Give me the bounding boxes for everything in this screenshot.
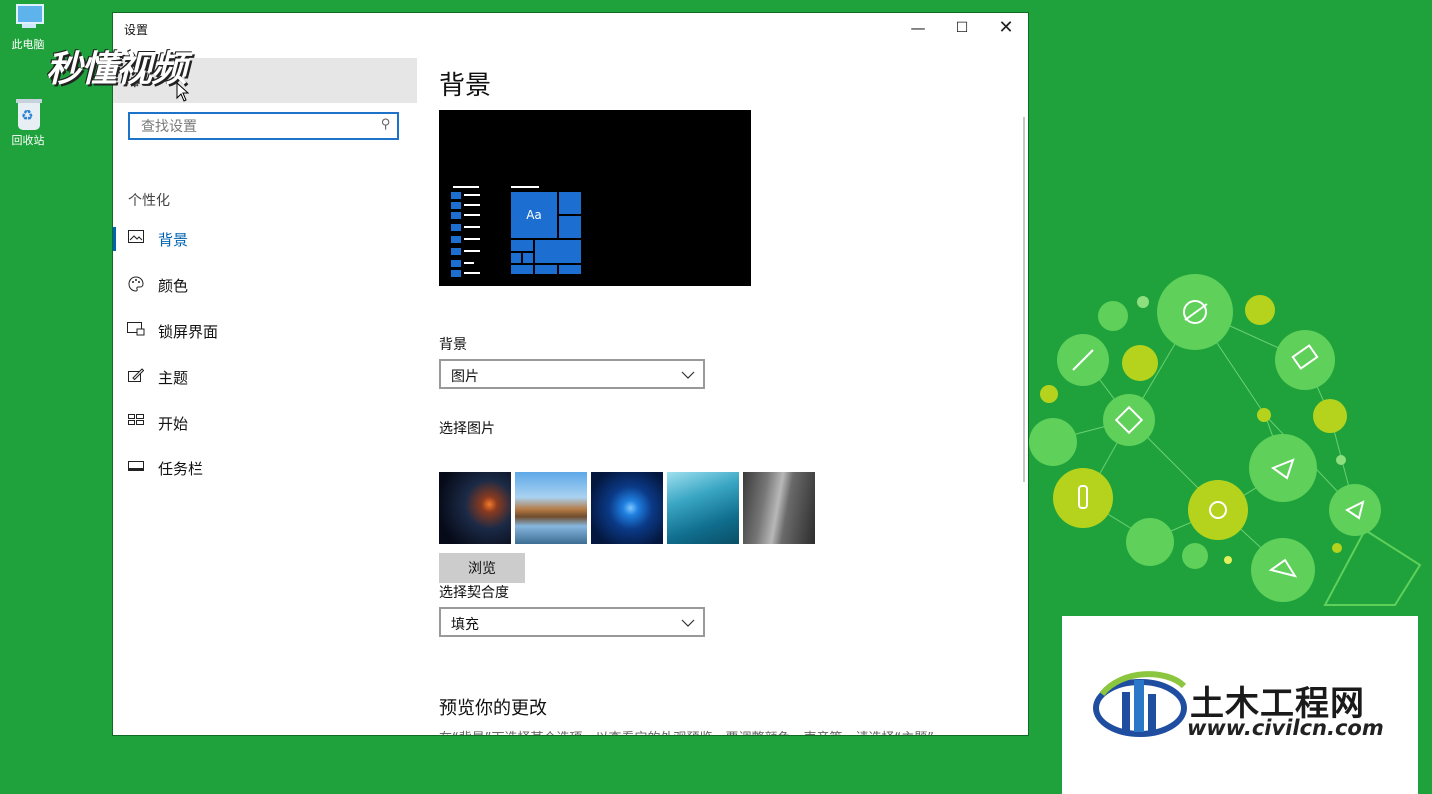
- sidebar-item-label: 背景: [158, 231, 189, 249]
- maximize-button[interactable]: ☐: [940, 13, 984, 43]
- preview-tile: [559, 216, 581, 238]
- video-watermark: 秒懂视频: [46, 48, 187, 90]
- fit-dropdown[interactable]: 填充: [439, 607, 705, 637]
- picture-thumbnail-night-sky[interactable]: [439, 472, 511, 544]
- search-box[interactable]: ⚲: [128, 112, 399, 140]
- chevron-down-icon: [681, 611, 695, 639]
- picture-icon: [127, 230, 145, 246]
- preview-changes-description: 在“背景”下选择某个选项，以查看它的外观预览。要调整颜色、声音等，请选择“主题”…: [439, 727, 947, 735]
- choose-picture-label: 选择图片: [439, 421, 495, 437]
- logo-url: www.civilcn.com: [1187, 716, 1384, 740]
- sidebar-item-taskbar[interactable]: 任务栏: [113, 448, 417, 488]
- title-bar[interactable]: 设置 — ☐ ✕: [113, 13, 1028, 43]
- sidebar: ⚙ ⚲ 个性化 背景 颜色 锁屏界面: [113, 43, 417, 735]
- minimize-button[interactable]: —: [896, 13, 940, 43]
- dropdown-value: 图片: [451, 369, 479, 385]
- close-button[interactable]: ✕: [984, 13, 1028, 43]
- browse-button[interactable]: 浏览: [439, 553, 525, 583]
- page-title: 背景: [439, 71, 492, 101]
- picture-thumbnail-underwater[interactable]: [667, 472, 739, 544]
- preview-tile: [523, 253, 533, 263]
- mouse-cursor-icon: [176, 82, 190, 102]
- preview-header-line: [511, 186, 539, 188]
- search-icon[interactable]: ⚲: [381, 117, 391, 132]
- active-indicator: [113, 227, 116, 251]
- preview-tile: [511, 265, 533, 274]
- dropdown-value: 填充: [451, 617, 479, 633]
- site-logo-panel: 土木工程网 www.civilcn.com: [1062, 616, 1418, 794]
- computer-icon: [10, 2, 46, 34]
- desktop-icon-recycle-bin[interactable]: ♻ 回收站: [0, 98, 56, 148]
- sidebar-item-label: 开始: [158, 415, 189, 433]
- palette-icon: [127, 276, 145, 292]
- background-type-dropdown[interactable]: 图片: [439, 359, 705, 389]
- window-title: 设置: [124, 23, 149, 37]
- sidebar-item-themes[interactable]: 主题: [113, 357, 417, 397]
- lock-screen-icon: [127, 322, 145, 338]
- lightbulb-decoration: [1029, 274, 1422, 606]
- preview-tile: [559, 192, 581, 214]
- sidebar-item-label: 锁屏界面: [158, 323, 219, 341]
- theme-brush-icon: [127, 368, 145, 384]
- taskbar-icon: [127, 459, 145, 475]
- sidebar-item-label: 任务栏: [158, 460, 204, 478]
- building-logo-icon: [1093, 671, 1187, 737]
- picture-thumbnail-beach-rock[interactable]: [515, 472, 587, 544]
- sidebar-item-label: 颜色: [158, 277, 189, 295]
- desktop-icon-label: 回收站: [11, 134, 45, 147]
- preview-tile: [535, 240, 581, 263]
- preview-tile: [511, 240, 533, 251]
- sidebar-item-start[interactable]: 开始: [113, 403, 417, 443]
- picture-thumbnail-cliff[interactable]: [743, 472, 815, 544]
- sidebar-item-colors[interactable]: 颜色: [113, 265, 417, 305]
- background-type-label: 背景: [439, 337, 467, 353]
- preview-tile: [535, 265, 557, 274]
- background-preview: Aa: [439, 110, 751, 286]
- fit-label: 选择契合度: [439, 585, 509, 601]
- sidebar-item-label: 主题: [158, 369, 189, 387]
- preview-changes-heading: 预览你的更改: [439, 698, 547, 719]
- preview-tile: [559, 265, 581, 274]
- settings-window: 设置 — ☐ ✕ ⚙ ⚲ 个性化 背景 颜色: [113, 13, 1028, 735]
- sidebar-item-lock-screen[interactable]: 锁屏界面: [113, 311, 417, 351]
- start-icon: [127, 414, 145, 430]
- main-content: 背景 Aa 背景 图片 选择图片 浏览 选择契合度 填充 预览你的更改: [439, 43, 1009, 735]
- chevron-down-icon: [681, 363, 695, 391]
- preview-tile-aa: Aa: [511, 192, 557, 238]
- section-label: 个性化: [128, 193, 170, 209]
- preview-tile: [511, 253, 521, 263]
- recycle-bin-icon: ♻: [10, 98, 46, 130]
- search-input[interactable]: [139, 115, 373, 139]
- sidebar-item-background[interactable]: 背景: [113, 219, 417, 259]
- picture-thumbnail-windows-light[interactable]: [591, 472, 663, 544]
